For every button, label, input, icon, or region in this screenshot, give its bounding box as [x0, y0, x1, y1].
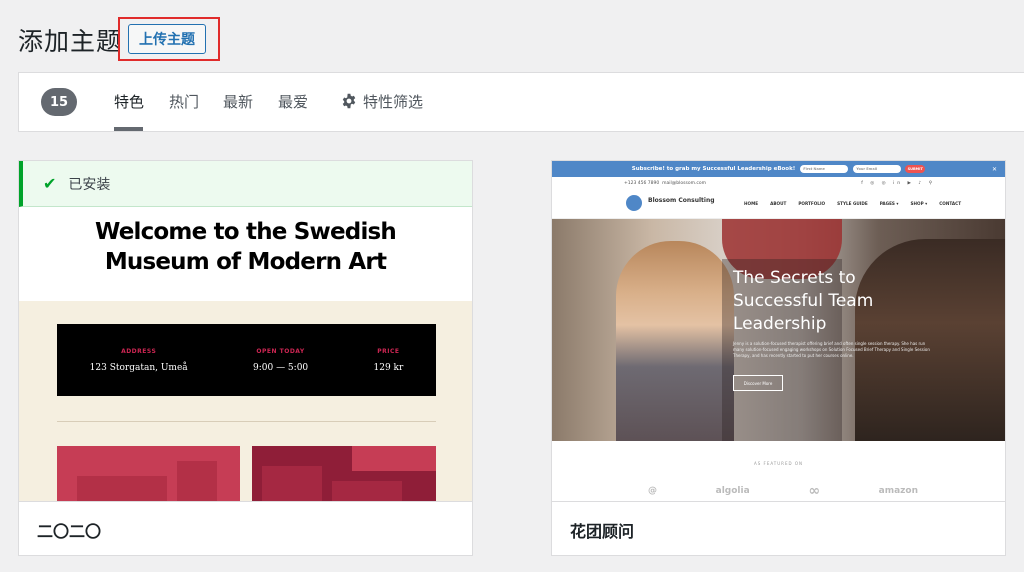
- gear-icon[interactable]: [341, 93, 357, 109]
- tab-featured[interactable]: 特色: [114, 91, 144, 112]
- featured-logo: @: [648, 486, 657, 496]
- info-label: ADDRESS: [121, 347, 157, 355]
- contact-info: +123 456 7890 mail@blossom.com: [624, 181, 707, 186]
- info-value: 129 kr: [373, 362, 404, 373]
- preview-divider: [57, 421, 436, 422]
- featured-logo: algolia: [715, 486, 750, 496]
- featured-logo: amazon: [878, 486, 918, 496]
- info-value: 9:00 — 5:00: [253, 362, 309, 373]
- preview-brand: Blossom Consulting: [648, 197, 715, 204]
- preview-hero-image: The Secrets to Successful Team Leadershi…: [552, 219, 1005, 441]
- topbar-input: First Name: [800, 165, 849, 173]
- preview-navbar: Blossom Consulting HOME ABOUT PORTFOLIO …: [552, 191, 1005, 219]
- hero-title: The Secrets to Successful Team Leadershi…: [733, 268, 874, 334]
- hero-person-figure: [616, 241, 734, 441]
- tab-popular[interactable]: 热门: [169, 91, 199, 112]
- preview-topbar: Subscribe! to grab my Successful Leaders…: [552, 161, 1005, 177]
- page-title: 添加主题: [18, 27, 123, 56]
- social-icons: f ◎ ◎ in ▶ ♪ ⚲: [861, 181, 935, 186]
- close-icon: ✕: [991, 165, 997, 173]
- menu-item: PORTFOLIO: [798, 201, 826, 206]
- theme-card-twentytwenty[interactable]: ✔ 已安装 Welcome to the Swedish Museum of M…: [18, 160, 473, 556]
- featured-logos: @ algolia ∞ amazon: [648, 483, 918, 499]
- featured-title: AS FEATURED ON: [754, 461, 803, 466]
- info-value: 123 Storgatan, Umeå: [89, 362, 188, 373]
- checkmark-icon: ✔: [43, 174, 57, 193]
- tab-favorites[interactable]: 最爱: [278, 91, 308, 112]
- menu-item: CONTACT: [939, 201, 962, 206]
- preview-featured-section: AS FEATURED ON @ algolia ∞ amazon: [552, 441, 1005, 503]
- installed-notice: ✔ 已安装: [19, 161, 472, 207]
- preview-heading: Welcome to the Swedish Museum of Modern …: [94, 219, 397, 275]
- menu-item: STYLE GUIDE: [837, 201, 868, 206]
- hero-button: Discover More: [733, 375, 783, 391]
- info-open-today: OPEN TODAY 9:00 — 5:00: [253, 348, 308, 373]
- theme-name: 花团顾问: [552, 501, 1005, 555]
- theme-name: 二〇二〇: [19, 501, 472, 555]
- active-tab-indicator: [114, 127, 143, 131]
- theme-preview-hero: Welcome to the Swedish Museum of Modern …: [19, 207, 472, 301]
- topbar-text: Subscribe! to grab my Successful Leaders…: [631, 166, 796, 172]
- upload-theme-button[interactable]: 上传主题: [128, 24, 206, 54]
- theme-count-badge: 15: [41, 88, 77, 116]
- theme-card-blossom-consulting[interactable]: Subscribe! to grab my Successful Leaders…: [551, 160, 1006, 556]
- featured-logo: ∞: [808, 483, 820, 499]
- brand-logo-icon: [626, 195, 642, 211]
- page-header: 添加主题: [18, 22, 122, 58]
- topbar-input: Your Email: [853, 165, 902, 173]
- theme-preview-body: ADDRESS 123 Storgatan, Umeå OPEN TODAY 9…: [19, 301, 472, 511]
- topbar-submit: SUBMIT: [905, 165, 926, 173]
- installed-label: 已安装: [68, 176, 111, 193]
- menu-item: SHOP ▾: [910, 201, 928, 206]
- tab-latest[interactable]: 最新: [223, 91, 253, 112]
- preview-contact-bar: +123 456 7890 mail@blossom.com f ◎ ◎ in …: [552, 177, 1005, 191]
- menu-item: ABOUT: [770, 201, 787, 206]
- info-label: OPEN TODAY: [256, 347, 305, 355]
- info-address: ADDRESS 123 Storgatan, Umeå: [90, 348, 188, 373]
- preview-menu: HOME ABOUT PORTFOLIO STYLE GUIDE PAGES ▾…: [744, 201, 961, 206]
- info-price: PRICE 129 kr: [374, 348, 404, 373]
- feature-filter-button[interactable]: 特性筛选: [363, 91, 423, 112]
- preview-info-strip: ADDRESS 123 Storgatan, Umeå OPEN TODAY 9…: [57, 324, 436, 396]
- info-label: PRICE: [377, 347, 400, 355]
- hero-text: Jenny is a solution-focused therapist of…: [733, 341, 930, 358]
- theme-filter-bar: 15 特色 热门 最新 最爱 特性筛选: [18, 72, 1024, 132]
- menu-item: HOME: [744, 201, 759, 206]
- menu-item: PAGES ▾: [879, 201, 899, 206]
